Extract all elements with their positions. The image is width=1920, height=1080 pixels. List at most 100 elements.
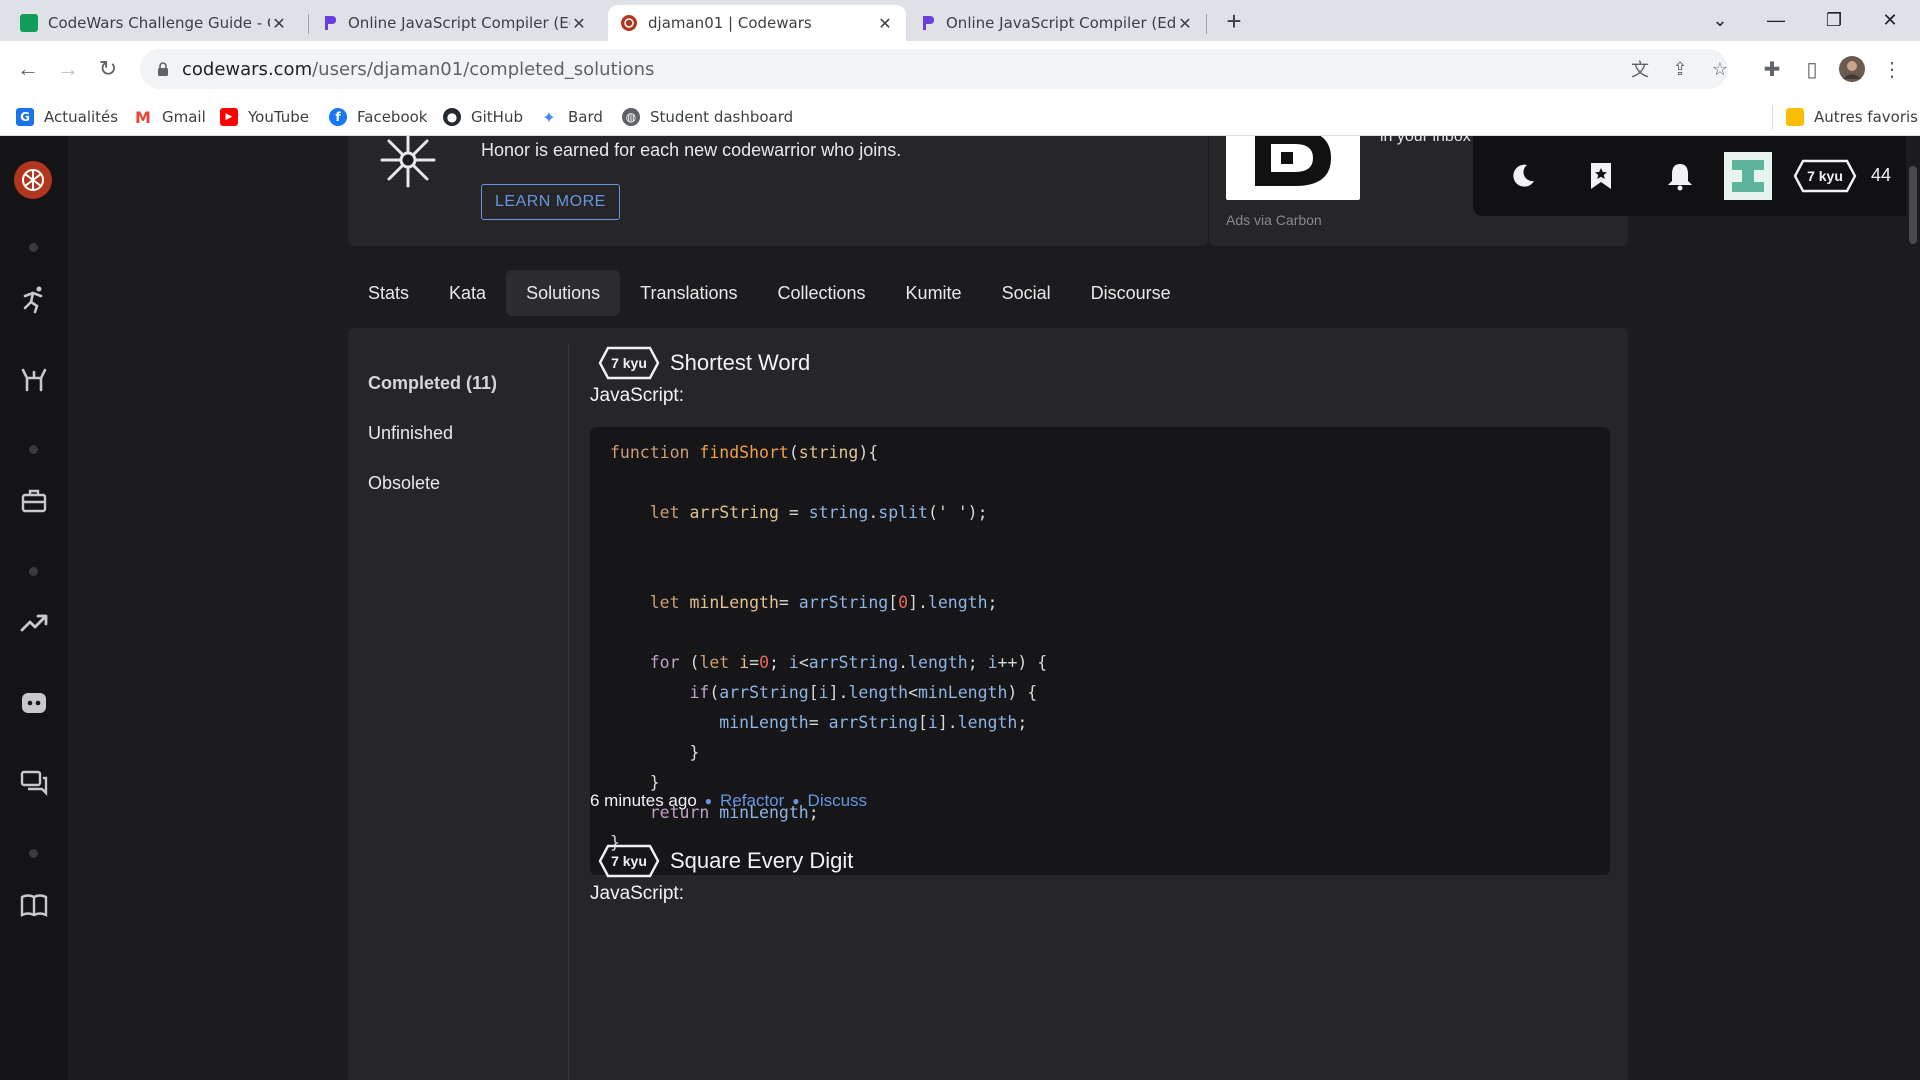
dark-mode-moon-icon[interactable] (1505, 158, 1541, 194)
close-icon[interactable]: ✕ (270, 14, 288, 33)
language-label: JavaScript: (590, 883, 684, 904)
close-window-icon[interactable]: ✕ (1862, 0, 1918, 41)
training-icon[interactable] (17, 282, 51, 316)
github-icon: ● (443, 108, 461, 126)
lock-icon (158, 62, 168, 76)
menu-icon[interactable]: ⋮ (1876, 53, 1908, 85)
new-tab-button[interactable]: + (1218, 5, 1250, 37)
tab-social[interactable]: Social (982, 270, 1071, 316)
refactor-link[interactable]: Refactor (720, 791, 784, 811)
browser-tab-1[interactable]: CodeWars Challenge Guide - Google Sheets… (8, 5, 300, 41)
tab-discourse[interactable]: Discourse (1071, 270, 1191, 316)
facebook-icon: f (329, 108, 347, 126)
learn-more-button[interactable]: LEARN MORE (481, 184, 620, 220)
tab-collections[interactable]: Collections (758, 270, 886, 316)
reload-icon[interactable]: ↻ (92, 53, 124, 85)
extensions-icon[interactable]: ✚ (1756, 53, 1788, 85)
bookmark-star-icon[interactable]: ☆ (1708, 57, 1732, 81)
close-icon[interactable]: ✕ (1176, 14, 1194, 33)
youtube-icon: ▶ (220, 108, 238, 126)
side-navigation (0, 136, 68, 1080)
profile-tabs: Stats Kata Solutions Translations Collec… (348, 270, 1191, 318)
tab-kata[interactable]: Kata (429, 270, 506, 316)
scrollbar-thumb[interactable] (1909, 166, 1917, 244)
bookmark-facebook[interactable]: f Facebook (329, 105, 427, 129)
page-scrollbar[interactable] (1906, 136, 1920, 1080)
discuss-link[interactable]: Discuss (808, 791, 868, 811)
briefcase-icon[interactable] (17, 484, 51, 518)
discussions-icon[interactable] (17, 766, 51, 800)
tab-solutions[interactable]: Solutions (506, 270, 621, 316)
notifications-bell-icon[interactable] (1662, 158, 1698, 194)
bookmarks-bar: G Actualités M Gmail ▶ YouTube f Faceboo… (0, 97, 1920, 136)
programiz-icon (320, 14, 338, 32)
docs-book-icon[interactable] (17, 888, 51, 922)
bookmark-bard[interactable]: ✦ Bard (540, 105, 603, 129)
bookmark-star-icon[interactable] (1583, 158, 1619, 194)
globe-icon: ◍ (622, 108, 640, 126)
tab-stats[interactable]: Stats (348, 270, 429, 316)
user-toolbar: 7 kyu 44 (1473, 136, 1920, 216)
close-icon[interactable]: ✕ (570, 14, 588, 33)
url-text: codewars.com/users/djaman01/completed_so… (182, 58, 655, 80)
share-icon[interactable]: ⇪ (1668, 57, 1692, 81)
gmail-icon: M (135, 107, 151, 127)
minimize-icon[interactable]: — (1748, 0, 1804, 41)
ad-text[interactable]: in your inbox (1380, 136, 1471, 146)
bookmark-youtube[interactable]: ▶ YouTube (220, 105, 309, 129)
solution-time: 6 minutes ago (590, 791, 697, 810)
sheets-icon (20, 14, 38, 32)
browser-tab-bar: CodeWars Challenge Guide - Google Sheets… (0, 0, 1920, 41)
browser-tab-3[interactable]: djaman01 | Codewars ✕ (608, 5, 906, 41)
other-bookmarks[interactable]: Autres favoris (1786, 105, 1918, 129)
programiz-icon (918, 14, 936, 32)
svg-text:7 kyu: 7 kyu (611, 355, 647, 371)
honor-count: 44 (1871, 165, 1892, 185)
bookmark-actualites[interactable]: G Actualités (16, 105, 118, 129)
tab-translations[interactable]: Translations (620, 270, 757, 316)
side-panel-icon[interactable]: ▯ (1796, 53, 1828, 85)
menu-unfinished[interactable]: Unfinished (368, 408, 543, 458)
kata-header: 7 kyu Square Every Digit (598, 842, 853, 880)
browser-toolbar: ← → ↻ codewars.com/users/djaman01/comple… (0, 41, 1920, 97)
browser-tab-4[interactable]: Online JavaScript Compiler (Editor) ✕ (906, 5, 1206, 41)
menu-obsolete[interactable]: Obsolete (368, 458, 543, 508)
bookmark-gmail[interactable]: M Gmail (134, 105, 206, 129)
tab-kumite[interactable]: Kumite (886, 270, 982, 316)
profile-avatar[interactable] (1836, 53, 1868, 85)
solutions-filter-menu: Completed (11) Unfinished Obsolete (368, 358, 543, 508)
kyu-rank-badge: 7 kyu (598, 346, 660, 380)
bookmark-student-dashboard[interactable]: ◍ Student dashboard (622, 105, 793, 129)
leaderboard-trend-icon[interactable] (17, 606, 51, 640)
solution-meta: 6 minutes ago ● Refactor ● Discuss (590, 791, 868, 811)
ad-image[interactable] (1226, 136, 1360, 200)
ad-caption[interactable]: Ads via Carbon (1226, 212, 1322, 228)
codewars-logo-icon[interactable] (13, 160, 53, 200)
kata-title[interactable]: Shortest Word (670, 350, 810, 376)
browser-tab-2[interactable]: Online JavaScript Compiler (Editor) ✕ (308, 5, 600, 41)
tab-search-icon[interactable]: ⌄ (1692, 0, 1748, 41)
svg-text:7 kyu: 7 kyu (611, 853, 647, 869)
address-bar[interactable]: codewars.com/users/djaman01/completed_so… (140, 49, 1728, 89)
kata-title[interactable]: Square Every Digit (670, 848, 853, 874)
bookmark-github[interactable]: ● GitHub (443, 105, 523, 129)
burst-logo-icon (380, 136, 436, 188)
honor-text: Honor is earned for each new codewarrior… (481, 140, 902, 160)
close-icon[interactable]: ✕ (876, 14, 894, 33)
back-icon[interactable]: ← (12, 53, 44, 85)
user-avatar[interactable] (1724, 152, 1772, 200)
bard-icon: ✦ (542, 107, 556, 127)
kata-header: 7 kyu Shortest Word (598, 344, 810, 382)
restore-icon[interactable]: ❐ (1806, 0, 1862, 41)
rank-badge[interactable]: 7 kyu (1793, 159, 1857, 193)
discord-icon[interactable] (17, 686, 51, 720)
codewars-page: Honor is earned for each new codewarrior… (0, 136, 1920, 1080)
menu-completed[interactable]: Completed (11) (368, 358, 543, 408)
forward-icon[interactable]: → (52, 53, 84, 85)
language-label: JavaScript: (590, 385, 684, 406)
practice-icon[interactable] (17, 362, 51, 396)
svg-text:7 kyu: 7 kyu (1807, 168, 1843, 184)
translate-icon[interactable]: 文 (1628, 57, 1652, 81)
solutions-panel: Completed (11) Unfinished Obsolete 7 kyu… (348, 328, 1628, 1080)
news-icon: G (16, 108, 34, 126)
